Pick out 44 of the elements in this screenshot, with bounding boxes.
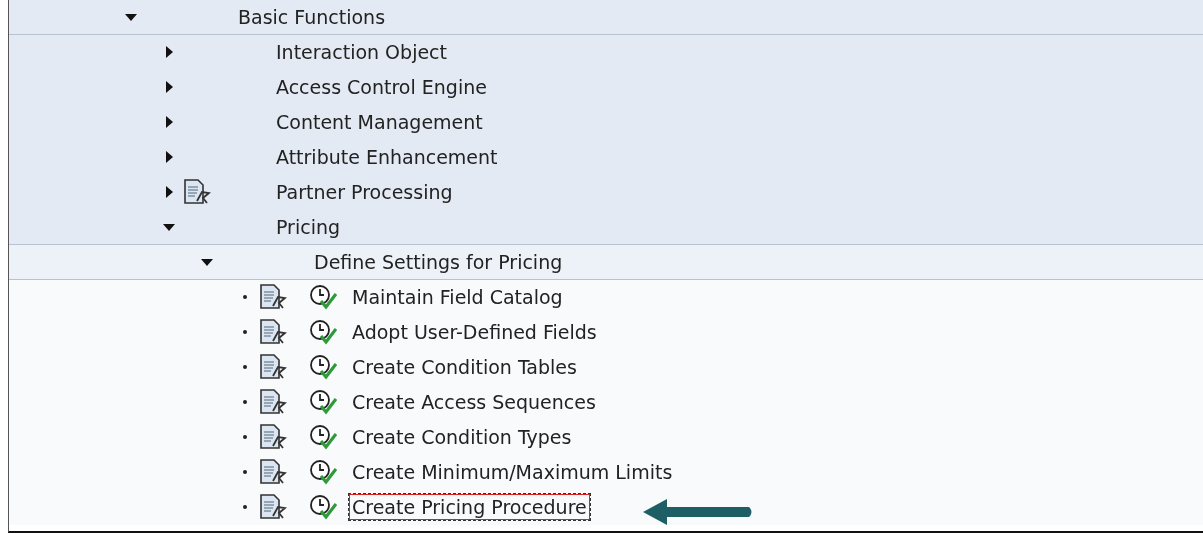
tree-node-label[interactable]: Content Management xyxy=(273,109,486,135)
document-icon[interactable] xyxy=(259,389,287,415)
tree-node-label[interactable]: Basic Functions xyxy=(235,4,389,30)
tree-node-label[interactable]: Access Control Engine xyxy=(273,74,490,100)
clock-check-icon[interactable] xyxy=(309,319,337,345)
clock-check-icon[interactable] xyxy=(309,284,337,310)
bullet-icon xyxy=(243,505,247,509)
document-icon[interactable] xyxy=(259,459,287,485)
bullet-icon xyxy=(243,365,247,369)
bullet-icon xyxy=(243,435,247,439)
tree-node-label[interactable]: Pricing xyxy=(273,214,344,240)
bullet-icon xyxy=(243,330,247,334)
clock-check-icon[interactable] xyxy=(309,494,337,520)
tree-node-label[interactable]: Interaction Object xyxy=(273,39,450,65)
tree-node-label[interactable]: Maintain Field Catalog xyxy=(349,284,566,310)
tree-node-label[interactable]: Create Condition Tables xyxy=(349,354,580,380)
document-icon[interactable] xyxy=(259,424,287,450)
bullet-icon xyxy=(243,470,247,474)
collapsed-caret-icon[interactable] xyxy=(165,46,173,58)
collapsed-caret-icon[interactable] xyxy=(165,151,173,163)
tree-node-label[interactable]: Attribute Enhancement xyxy=(273,144,501,170)
collapsed-caret-icon[interactable] xyxy=(165,81,173,93)
collapsed-caret-icon[interactable] xyxy=(165,116,173,128)
tree-node-label[interactable]: Create Condition Types xyxy=(349,424,575,450)
tree-node-label[interactable]: Create Pricing Procedure xyxy=(349,494,590,520)
clock-check-icon[interactable] xyxy=(309,389,337,415)
bullet-icon xyxy=(243,295,247,299)
document-icon[interactable] xyxy=(259,354,287,380)
document-icon[interactable] xyxy=(259,284,287,310)
clock-check-icon[interactable] xyxy=(309,459,337,485)
document-icon[interactable] xyxy=(183,179,211,205)
collapsed-caret-icon[interactable] xyxy=(165,186,173,198)
bullet-icon xyxy=(243,400,247,404)
tree-node-label[interactable]: Adopt User-Defined Fields xyxy=(349,319,600,345)
expanded-caret-icon[interactable] xyxy=(125,13,137,21)
tree-node-label[interactable]: Define Settings for Pricing xyxy=(311,249,566,275)
expanded-caret-icon[interactable] xyxy=(163,223,175,231)
document-icon[interactable] xyxy=(259,494,287,520)
tree-node-label[interactable]: Partner Processing xyxy=(273,179,456,205)
tree-node-label[interactable]: Create Access Sequences xyxy=(349,389,599,415)
document-icon[interactable] xyxy=(259,319,287,345)
clock-check-icon[interactable] xyxy=(309,354,337,380)
expanded-caret-icon[interactable] xyxy=(201,258,213,266)
clock-check-icon[interactable] xyxy=(309,424,337,450)
